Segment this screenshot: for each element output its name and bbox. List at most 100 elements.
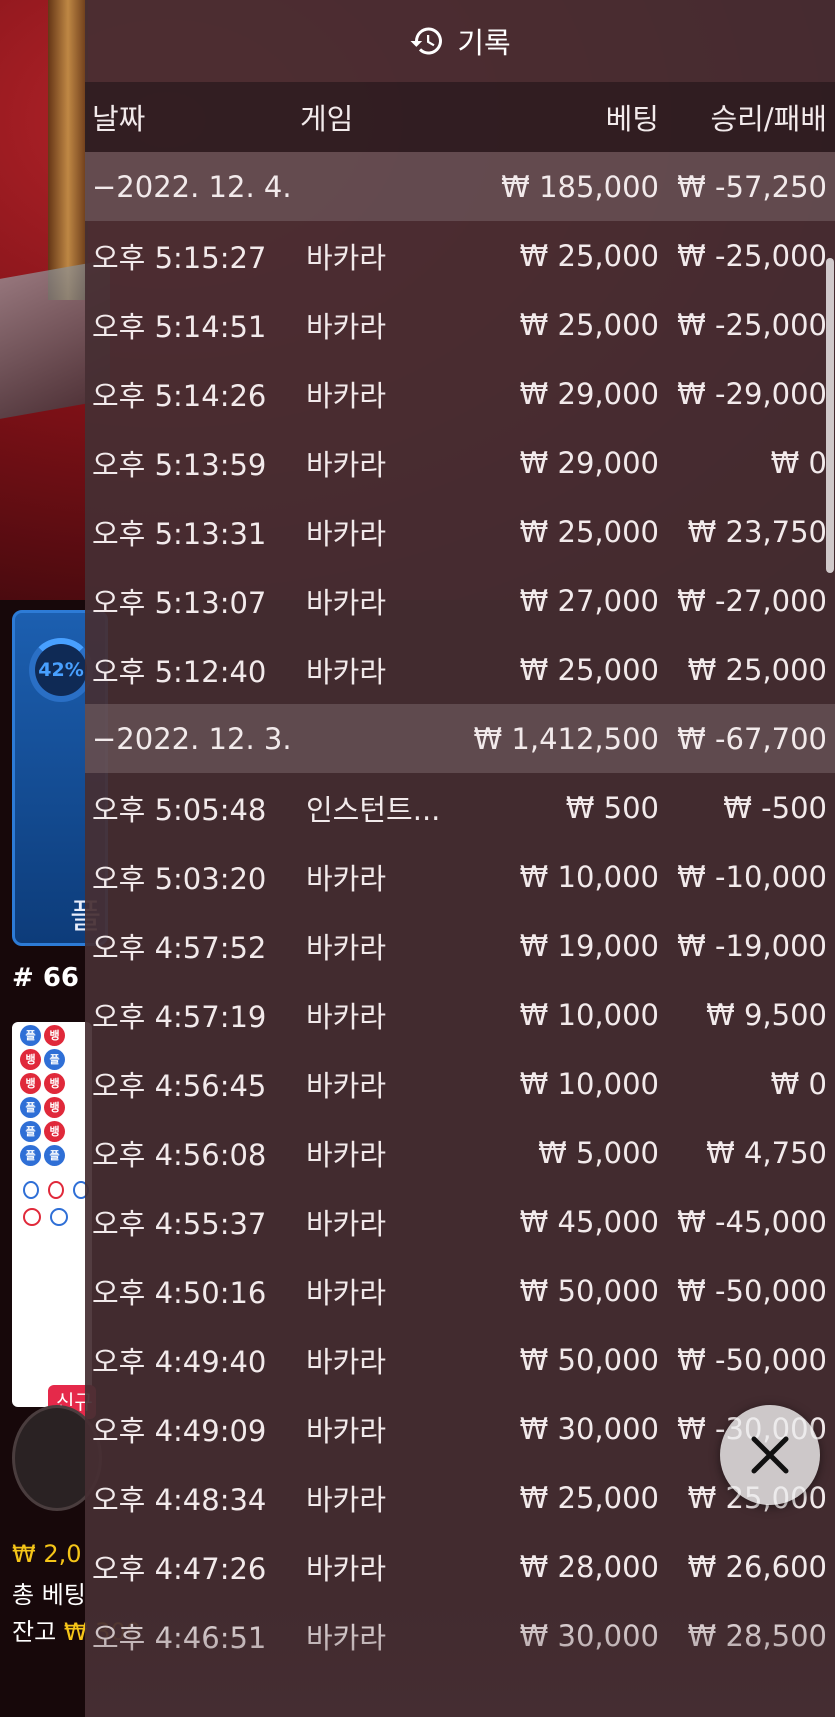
date-group-row[interactable]: −2022. 12. 3. ₩ 1,412,500 ₩ -67,700 — [85, 704, 835, 773]
row-result: ₩ 28,500 — [687, 1618, 827, 1653]
row-time: 오후 4:56:08 — [92, 1137, 267, 1172]
row-time: 오후 4:50:16 — [92, 1275, 267, 1310]
history-row[interactable]: 오후 4:56:45 바카라 ₩ 10,000 ₩ 0 — [85, 1049, 835, 1118]
balance-amount: ₩ 2,0 — [12, 1540, 82, 1568]
bead-player: 플 — [20, 1025, 41, 1046]
row-game: 바카라 — [306, 930, 387, 965]
scrollbar-thumb[interactable] — [826, 258, 834, 573]
history-row[interactable]: 오후 5:05:48 인스턴트... ₩ 500 ₩ -500 — [85, 773, 835, 842]
group-total-result: ₩ -57,250 — [677, 169, 827, 204]
group-date: −2022. 12. 4. — [92, 169, 292, 204]
history-row[interactable]: 오후 4:56:08 바카라 ₩ 5,000 ₩ 4,750 — [85, 1118, 835, 1187]
row-result: ₩ -10,000 — [677, 859, 827, 894]
row-bet: ₩ 50,000 — [519, 1273, 659, 1308]
row-result: ₩ -27,000 — [677, 583, 827, 618]
row-bet: ₩ 25,000 — [519, 1480, 659, 1515]
total-bet-line: 총 베팅 — [12, 1575, 86, 1610]
row-result: ₩ 0 — [770, 445, 827, 480]
history-row[interactable]: 오후 4:49:40 바카라 ₩ 50,000 ₩ -50,000 — [85, 1325, 835, 1394]
row-result: ₩ -25,000 — [677, 307, 827, 342]
group-total-result: ₩ -67,700 — [677, 721, 827, 756]
row-time: 오후 4:47:26 — [92, 1551, 267, 1586]
bead-banker: 뱅 — [44, 1025, 65, 1046]
row-result: ₩ -50,000 — [677, 1342, 827, 1377]
row-result: ₩ -19,000 — [677, 928, 827, 963]
row-game: 바카라 — [306, 1206, 387, 1241]
bead-player: 플 — [44, 1049, 65, 1070]
row-time: 오후 4:57:19 — [92, 999, 267, 1034]
row-time: 오후 4:55:37 — [92, 1206, 267, 1241]
row-game: 바카라 — [306, 1275, 387, 1310]
row-time: 오후 5:13:59 — [92, 447, 267, 482]
history-row[interactable]: 오후 5:13:59 바카라 ₩ 29,000 ₩ 0 — [85, 428, 835, 497]
history-row[interactable]: 오후 5:03:20 바카라 ₩ 10,000 ₩ -10,000 — [85, 842, 835, 911]
history-row[interactable]: 오후 4:50:16 바카라 ₩ 50,000 ₩ -50,000 — [85, 1256, 835, 1325]
row-bet: ₩ 25,000 — [519, 514, 659, 549]
big-road-ring — [23, 1208, 41, 1226]
row-game: 바카라 — [306, 516, 387, 551]
row-game: 바카라 — [306, 378, 387, 413]
row-game: 바카라 — [306, 1482, 387, 1517]
row-game: 인스턴트... — [306, 792, 441, 827]
row-game: 바카라 — [306, 1137, 387, 1172]
history-row[interactable]: 오후 4:57:52 바카라 ₩ 19,000 ₩ -19,000 — [85, 911, 835, 980]
row-time: 오후 5:05:48 — [92, 792, 267, 827]
row-result: ₩ 25,000 — [687, 652, 827, 687]
row-bet: ₩ 29,000 — [519, 445, 659, 480]
bead-player: 플 — [20, 1097, 41, 1118]
big-road-ring — [50, 1208, 68, 1226]
row-bet: ₩ 30,000 — [519, 1618, 659, 1653]
round-id: # 66 — [12, 963, 80, 993]
bead-player: 플 — [20, 1145, 41, 1166]
row-game: 바카라 — [306, 1344, 387, 1379]
history-row[interactable]: 오후 5:15:27 바카라 ₩ 25,000 ₩ -25,000 — [85, 221, 835, 290]
bead-banker: 뱅 — [44, 1097, 65, 1118]
decorative-pillar — [48, 0, 88, 300]
row-result: ₩ -50,000 — [677, 1273, 827, 1308]
bead-road-board[interactable]: 플뱅 뱅플 뱅뱅 플뱅 플뱅 플플 — [12, 1022, 92, 1407]
row-game: 바카라 — [306, 1413, 387, 1448]
history-row[interactable]: 오후 5:13:31 바카라 ₩ 25,000 ₩ 23,750 — [85, 497, 835, 566]
row-time: 오후 5:03:20 — [92, 861, 267, 896]
history-row[interactable]: 오후 5:12:40 바카라 ₩ 25,000 ₩ 25,000 — [85, 635, 835, 704]
row-bet: ₩ 45,000 — [519, 1204, 659, 1239]
row-result: ₩ -29,000 — [677, 376, 827, 411]
history-row[interactable]: 오후 4:46:51 바카라 ₩ 30,000 ₩ 28,500 — [85, 1601, 835, 1670]
row-bet: ₩ 19,000 — [519, 928, 659, 963]
group-total-bet: ₩ 1,412,500 — [473, 721, 659, 756]
row-game: 바카라 — [306, 1068, 387, 1103]
row-game: 바카라 — [306, 1551, 387, 1586]
bead-banker: 뱅 — [44, 1073, 65, 1094]
big-road-ring — [23, 1181, 39, 1199]
row-bet: ₩ 25,000 — [519, 652, 659, 687]
bead-player: 플 — [44, 1145, 65, 1166]
row-bet: ₩ 10,000 — [519, 1066, 659, 1101]
group-date: −2022. 12. 3. — [92, 721, 292, 756]
history-row[interactable]: 오후 5:14:51 바카라 ₩ 25,000 ₩ -25,000 — [85, 290, 835, 359]
row-result: ₩ 9,500 — [706, 997, 827, 1032]
balance-label: 잔고 — [12, 1618, 57, 1646]
row-bet: ₩ 10,000 — [519, 859, 659, 894]
row-bet: ₩ 27,000 — [519, 583, 659, 618]
row-result: ₩ 0 — [770, 1066, 827, 1101]
row-time: 오후 5:12:40 — [92, 654, 267, 689]
bead-banker: 뱅 — [44, 1121, 65, 1142]
date-group-row[interactable]: −2022. 12. 4. ₩ 185,000 ₩ -57,250 — [85, 152, 835, 221]
player-percent-ring: 42% — [29, 638, 93, 702]
row-time: 오후 5:14:26 — [92, 378, 267, 413]
history-row[interactable]: 오후 4:55:37 바카라 ₩ 45,000 ₩ -45,000 — [85, 1187, 835, 1256]
row-bet: ₩ 5,000 — [538, 1135, 659, 1170]
close-button[interactable] — [720, 1405, 820, 1505]
row-game: 바카라 — [306, 585, 387, 620]
total-bet-label: 총 베팅 — [12, 1581, 86, 1609]
history-row[interactable]: 오후 4:57:19 바카라 ₩ 10,000 ₩ 9,500 — [85, 980, 835, 1049]
row-time: 오후 4:46:51 — [92, 1620, 267, 1655]
history-row[interactable]: 오후 4:47:26 바카라 ₩ 28,000 ₩ 26,600 — [85, 1532, 835, 1601]
history-row[interactable]: 오후 5:13:07 바카라 ₩ 27,000 ₩ -27,000 — [85, 566, 835, 635]
history-row[interactable]: 오후 5:14:26 바카라 ₩ 29,000 ₩ -29,000 — [85, 359, 835, 428]
row-bet: ₩ 50,000 — [519, 1342, 659, 1377]
row-result: ₩ 4,750 — [706, 1135, 827, 1170]
row-game: 바카라 — [306, 240, 387, 275]
row-bet: ₩ 500 — [565, 790, 659, 825]
row-time: 오후 4:57:52 — [92, 930, 267, 965]
